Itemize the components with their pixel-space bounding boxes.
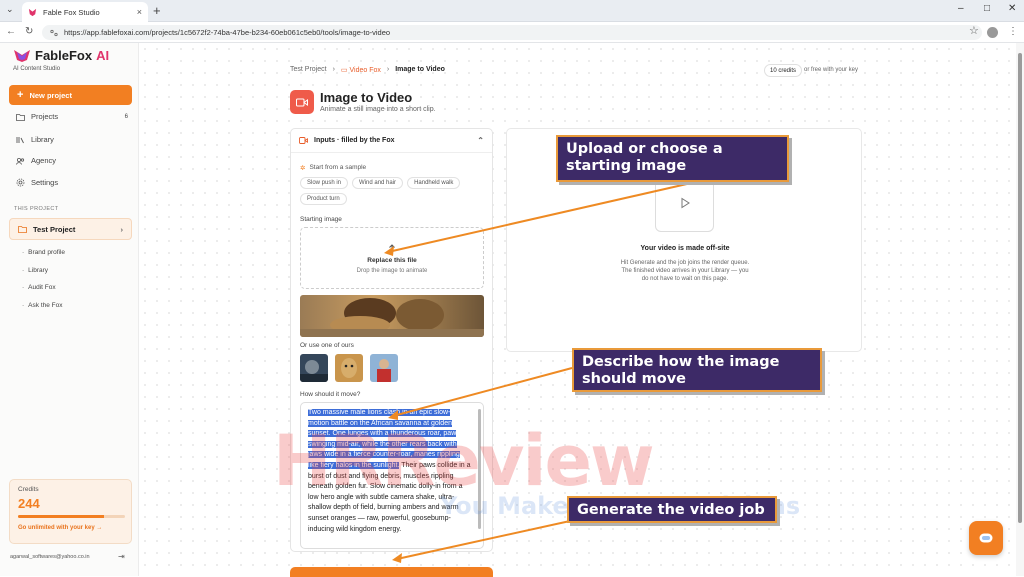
- annotation-arrows: [384, 180, 701, 563]
- arrow-to-generate: [396, 520, 571, 560]
- arrow-to-dropzone: [387, 180, 701, 253]
- callout-generate: Generate the video job: [567, 496, 777, 523]
- arrowhead: [384, 246, 394, 256]
- arrowhead: [392, 553, 402, 563]
- chat-bubble-icon: [979, 533, 993, 543]
- callout-upload: Upload or choose a starting image: [556, 135, 789, 182]
- callout-describe: Describe how the image should move: [572, 348, 822, 392]
- arrowhead: [388, 410, 398, 420]
- chat-fab-button[interactable]: [969, 521, 1003, 555]
- arrow-to-prompt: [392, 367, 573, 417]
